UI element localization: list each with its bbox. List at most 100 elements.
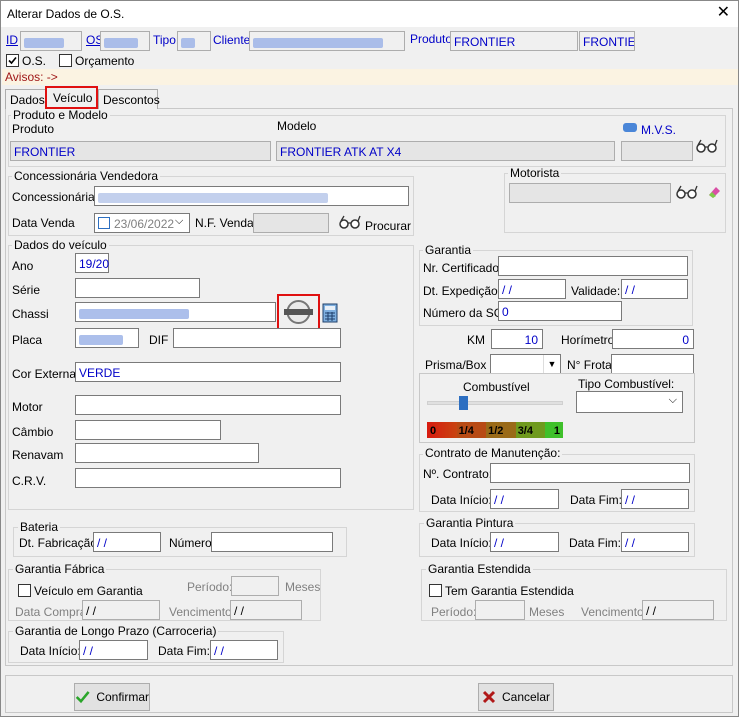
fuel-scale: 0 1/4 1/2 3/4 1 xyxy=(427,422,563,438)
nf-field xyxy=(253,213,329,233)
contrato-inicio-field[interactable]: / / xyxy=(490,489,559,509)
expedicao-field[interactable]: / / xyxy=(498,279,566,299)
motor-field[interactable] xyxy=(75,395,341,415)
data-venda-label: Data Venda xyxy=(12,216,75,230)
title-bar: Alterar Dados de O.S. ✕ xyxy=(1,1,738,27)
frota-label: N° Frota xyxy=(567,358,612,372)
orcamento-checkbox[interactable] xyxy=(59,54,72,67)
nissan-logo-icon xyxy=(284,300,313,324)
placa-label: Placa xyxy=(12,333,43,347)
confirmar-button[interactable]: Confirmar xyxy=(74,683,150,711)
pintura-inicio-field[interactable]: / / xyxy=(490,532,559,552)
concessionaria-label: Concessionária xyxy=(12,190,95,204)
produto-header-field: FRONTIER xyxy=(450,31,578,51)
placa-field[interactable] xyxy=(75,328,139,348)
concessionaria-field[interactable] xyxy=(94,186,409,206)
estendida-venc-field: / / xyxy=(642,600,714,620)
renavam-field[interactable] xyxy=(75,443,259,463)
bateria-numero-label: Número xyxy=(169,536,212,550)
certificado-label: Nr. Certificado: xyxy=(423,261,503,275)
contrato-fim-field[interactable]: / / xyxy=(621,489,689,509)
search-glasses-icon[interactable] xyxy=(339,215,361,229)
estendida-checkbox[interactable] xyxy=(429,584,442,597)
cliente-field xyxy=(249,31,405,51)
estendida-periodo-field xyxy=(475,600,525,620)
pintura-fim-label: Data Fim: xyxy=(569,536,622,550)
mvs-label: M.V.S. xyxy=(641,123,676,137)
avisos-text: Avisos: -> xyxy=(5,70,58,84)
tipo-combustivel-select[interactable]: ⌵ xyxy=(576,391,683,413)
contrato-inicio-label: Data Início: xyxy=(431,493,492,507)
crv-field[interactable] xyxy=(75,468,341,488)
dif-label: DIF xyxy=(149,333,169,347)
motor-label: Motor xyxy=(12,400,43,414)
tab-dados[interactable]: Dados xyxy=(5,89,46,109)
motorista-glasses-icon[interactable] xyxy=(676,185,698,199)
validade-field[interactable]: / / xyxy=(621,279,688,299)
brand-logo-highlight[interactable] xyxy=(277,294,320,330)
car-icon xyxy=(623,123,637,132)
frota-field[interactable] xyxy=(611,354,694,374)
chassi-field[interactable] xyxy=(75,302,276,322)
combustivel-label: Combustível xyxy=(463,380,530,394)
bateria-fab-label: Dt. Fabricação xyxy=(19,536,98,550)
prisma-select[interactable]: ▼ xyxy=(490,354,561,374)
tipo-combustivel-label: Tipo Combustível: xyxy=(578,377,675,391)
fabrica-compra-label: Data Compra: xyxy=(15,605,90,619)
prisma-label: Prisma/Box xyxy=(425,358,487,372)
contrato-fim-label: Data Fim: xyxy=(570,493,623,507)
serie-field[interactable] xyxy=(75,278,200,298)
contrato-title: Contrato de Manutenção: xyxy=(423,446,563,460)
fabrica-periodo-field xyxy=(231,576,279,596)
glasses-icon[interactable] xyxy=(696,139,718,153)
contrato-numero-field[interactable] xyxy=(490,463,690,483)
horimetro-label: Horímetro xyxy=(561,333,615,347)
fabrica-venc-field: / / xyxy=(230,600,302,620)
fabrica-checkbox[interactable] xyxy=(18,584,31,597)
close-icon[interactable]: ✕ xyxy=(717,4,730,22)
validade-label: Validade: xyxy=(571,284,621,298)
cor-field[interactable]: VERDE xyxy=(75,362,341,382)
cancelar-button[interactable]: Cancelar xyxy=(478,683,554,711)
estendida-venc-label: Vencimento: xyxy=(581,605,648,619)
os-checkbox[interactable] xyxy=(6,54,19,67)
expedicao-label: Dt. Expedição: xyxy=(423,284,502,298)
km-field[interactable]: 10 xyxy=(491,329,543,349)
sg-field[interactable]: 0 xyxy=(498,301,622,321)
dif-field[interactable] xyxy=(173,328,341,348)
certificado-field[interactable] xyxy=(498,256,688,276)
calculator-icon[interactable] xyxy=(322,303,338,323)
ano-label: Ano xyxy=(12,259,34,273)
data-venda-picker[interactable]: 23/06/2022 ⌵ xyxy=(94,213,190,233)
fabrica-title: Garantia Fábrica xyxy=(13,562,107,576)
contrato-numero-label: Nº. Contrato: xyxy=(423,467,493,481)
tab-veiculo[interactable]: Veículo xyxy=(45,86,98,109)
procurar-button[interactable]: Procurar xyxy=(365,219,411,233)
chevron-down-icon: ⌵ xyxy=(668,394,677,406)
motorista-title: Motorista xyxy=(508,166,562,180)
data-venda-checkbox[interactable] xyxy=(98,217,110,229)
os-field xyxy=(100,31,150,51)
bateria-numero-field[interactable] xyxy=(211,532,333,552)
fabrica-periodo-label: Período: xyxy=(187,580,233,594)
longo-inicio-field[interactable]: / / xyxy=(79,640,148,660)
bateria-fab-field[interactable]: / / xyxy=(93,532,161,552)
ano-field[interactable]: 19/20 xyxy=(75,253,109,273)
cambio-field[interactable] xyxy=(75,420,221,440)
longo-inicio-label: Data Início: xyxy=(20,644,81,658)
fuel-slider-thumb[interactable] xyxy=(459,396,468,410)
km-label: KM xyxy=(467,333,485,347)
crv-label: C.R.V. xyxy=(12,474,47,488)
fabrica-meses-label: Meses xyxy=(285,580,321,594)
pintura-fim-field[interactable]: / / xyxy=(621,532,689,552)
id-label[interactable]: ID xyxy=(6,33,18,47)
longo-fim-field[interactable]: / / xyxy=(210,640,278,660)
mvs-field xyxy=(621,141,693,161)
tab-descontos[interactable]: Descontos xyxy=(98,89,160,109)
concessionaria-title: Concessionária Vendedora xyxy=(12,169,161,183)
horimetro-field[interactable]: 0 xyxy=(612,329,694,349)
modelo-label: Modelo xyxy=(277,119,317,133)
eraser-icon[interactable] xyxy=(707,185,721,199)
produto-header-field-2: FRONTIEF xyxy=(579,31,635,51)
fuel-slider[interactable] xyxy=(427,396,563,410)
